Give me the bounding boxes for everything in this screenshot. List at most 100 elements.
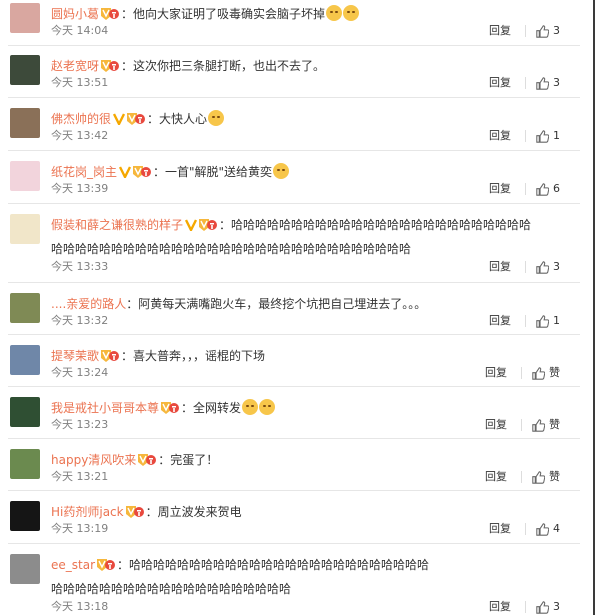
reply-button[interactable]: 回复 xyxy=(489,259,511,275)
comment-actions: 回复 3 xyxy=(489,23,560,39)
like-button[interactable]: 4 xyxy=(536,521,560,537)
comment-text: ：阿黄每天满嘴跑火车，最终挖个坑把自己埋进去了。。。 xyxy=(126,297,427,311)
like-count: 3 xyxy=(553,76,560,89)
comment-actions: 回复 赞 xyxy=(485,365,560,381)
avatar[interactable] xyxy=(10,554,40,584)
comment-actions: 回复 4 xyxy=(489,521,560,537)
thumbs-up-icon xyxy=(532,418,549,432)
comment-text-line: ee_star ：哈哈哈哈哈哈哈哈哈哈哈哈哈哈哈哈哈哈哈哈哈哈哈哈哈 xyxy=(51,553,568,577)
avatar[interactable] xyxy=(10,161,40,191)
username-link[interactable]: ee_star xyxy=(51,558,95,572)
like-button[interactable]: 1 xyxy=(536,313,560,329)
comment-actions: 回复 3 xyxy=(489,599,560,615)
comment-text: ：喜大普奔，，，谣棍的下场 xyxy=(121,349,266,363)
avatar[interactable] xyxy=(10,55,40,85)
username-link[interactable]: 赵老宽呀 xyxy=(51,59,99,73)
username-link[interactable]: 我是戒社小哥哥本尊 xyxy=(51,401,159,415)
like-count: 3 xyxy=(553,24,560,37)
action-divider xyxy=(521,367,522,379)
username-link[interactable]: 佛杰帅的很 xyxy=(51,112,111,126)
vip-badge-icon xyxy=(132,165,152,179)
comment-timestamp: 今天 13:23 xyxy=(51,418,109,431)
action-divider xyxy=(525,601,526,613)
reply-button[interactable]: 回复 xyxy=(489,313,511,329)
reply-button[interactable]: 回复 xyxy=(489,521,511,537)
avatar[interactable] xyxy=(10,293,40,323)
username-link[interactable]: 提琴茉歌 xyxy=(51,349,99,363)
avatar[interactable] xyxy=(10,108,40,138)
thumbs-up-icon xyxy=(536,129,553,143)
thumbs-up-icon xyxy=(536,314,553,328)
comment-item: 佛杰帅的很 ：大快人心 今天 13:42 回复 1 xyxy=(0,97,580,150)
comment-item: ....亲爱的路人：阿黄每天满嘴跑火车，最终挖个坑把自己埋进去了。。。 今天 13… xyxy=(0,282,580,334)
comment-text-continued: 哈哈哈哈哈哈哈哈哈哈哈哈哈哈哈哈哈哈哈哈 xyxy=(51,582,292,596)
reply-button[interactable]: 回复 xyxy=(489,23,511,39)
vip-badge-icon xyxy=(100,349,120,363)
reply-button[interactable]: 回复 xyxy=(485,417,507,433)
vip-badge-icon xyxy=(160,401,180,415)
comment-text-continued: 哈哈哈哈哈哈哈哈哈哈哈哈哈哈哈哈哈哈哈哈哈哈哈哈哈哈哈哈哈哈 xyxy=(51,242,412,256)
like-button[interactable]: 3 xyxy=(536,259,560,275)
avatar[interactable] xyxy=(10,501,40,531)
thumbs-up-icon xyxy=(536,182,553,196)
verified-v-icon xyxy=(119,166,132,178)
comment-actions: 回复 赞 xyxy=(485,417,560,433)
emoji-icon xyxy=(208,110,225,126)
comment-text: ：哈哈哈哈哈哈哈哈哈哈哈哈哈哈哈哈哈哈哈哈哈哈哈哈哈 xyxy=(219,218,532,232)
comment-text-line: 假装和薛之谦很熟的样子 ：哈哈哈哈哈哈哈哈哈哈哈哈哈哈哈哈哈哈哈哈哈哈哈哈哈 xyxy=(51,213,568,237)
comment-actions: 回复 赞 xyxy=(485,469,560,485)
username-link[interactable]: 假装和薛之谦很熟的样子 xyxy=(51,218,183,232)
verified-v-icon xyxy=(185,219,198,231)
comment-text: ：全网转发 xyxy=(181,401,242,415)
comment-timestamp: 今天 13:33 xyxy=(51,260,109,273)
action-divider xyxy=(525,130,526,142)
vip-badge-icon xyxy=(100,7,120,21)
like-button[interactable]: 3 xyxy=(536,75,560,91)
emoji-icon xyxy=(259,399,276,415)
reply-button[interactable]: 回复 xyxy=(485,365,507,381)
verified-v-icon xyxy=(113,113,126,125)
reply-button[interactable]: 回复 xyxy=(489,181,511,197)
username-link[interactable]: happy清风吹来 xyxy=(51,453,136,467)
avatar[interactable] xyxy=(10,345,40,375)
avatar[interactable] xyxy=(10,397,40,427)
reply-button[interactable]: 回复 xyxy=(485,469,507,485)
username-link[interactable]: 圆妈小葛 xyxy=(51,7,99,21)
avatar[interactable] xyxy=(10,449,40,479)
action-divider xyxy=(525,77,526,89)
emoji-icon xyxy=(343,5,360,21)
comment-actions: 回复 6 xyxy=(489,181,560,197)
avatar[interactable] xyxy=(10,214,40,244)
reply-button[interactable]: 回复 xyxy=(489,599,511,615)
username-link[interactable]: Hi药剂师jack xyxy=(51,505,124,519)
emoji-icon xyxy=(273,163,290,179)
thumbs-up-icon xyxy=(536,600,553,614)
like-button[interactable]: 3 xyxy=(536,23,560,39)
comment-text: ：完蛋了！ xyxy=(158,453,219,467)
reply-button[interactable]: 回复 xyxy=(489,75,511,91)
avatar[interactable] xyxy=(10,3,40,33)
comment-item: 圆妈小葛 ：他向大家证明了吸毒确实会脑子坏掉 今天 14:04 回复 3 xyxy=(0,0,580,45)
comment-item: 提琴茉歌 ：喜大普奔，，，谣棍的下场 今天 13:24 回复 赞 xyxy=(0,334,580,386)
comment-timestamp: 今天 13:51 xyxy=(51,76,109,89)
like-count: 赞 xyxy=(549,418,560,431)
username-link[interactable]: ....亲爱的路人 xyxy=(51,297,126,311)
comment-item: happy清风吹来 ：完蛋了！ 今天 13:21 回复 赞 xyxy=(0,438,580,490)
like-button[interactable]: 赞 xyxy=(532,417,560,433)
comment-text: ：他向大家证明了吸毒确实会脑子坏掉 xyxy=(121,7,326,21)
action-divider xyxy=(525,25,526,37)
like-button[interactable]: 6 xyxy=(536,181,560,197)
like-button[interactable]: 赞 xyxy=(532,365,560,381)
vip-badge-icon xyxy=(198,218,218,232)
like-button[interactable]: 赞 xyxy=(532,469,560,485)
username-link[interactable]: 纸花岗_岗主 xyxy=(51,165,117,179)
comment-timestamp: 今天 13:42 xyxy=(51,129,109,142)
thumbs-up-icon xyxy=(536,24,553,38)
like-button[interactable]: 3 xyxy=(536,599,560,615)
like-count: 6 xyxy=(553,182,560,195)
thumbs-up-icon xyxy=(532,366,549,380)
action-divider xyxy=(525,315,526,327)
like-button[interactable]: 1 xyxy=(536,128,560,144)
action-divider xyxy=(525,261,526,273)
reply-button[interactable]: 回复 xyxy=(489,128,511,144)
